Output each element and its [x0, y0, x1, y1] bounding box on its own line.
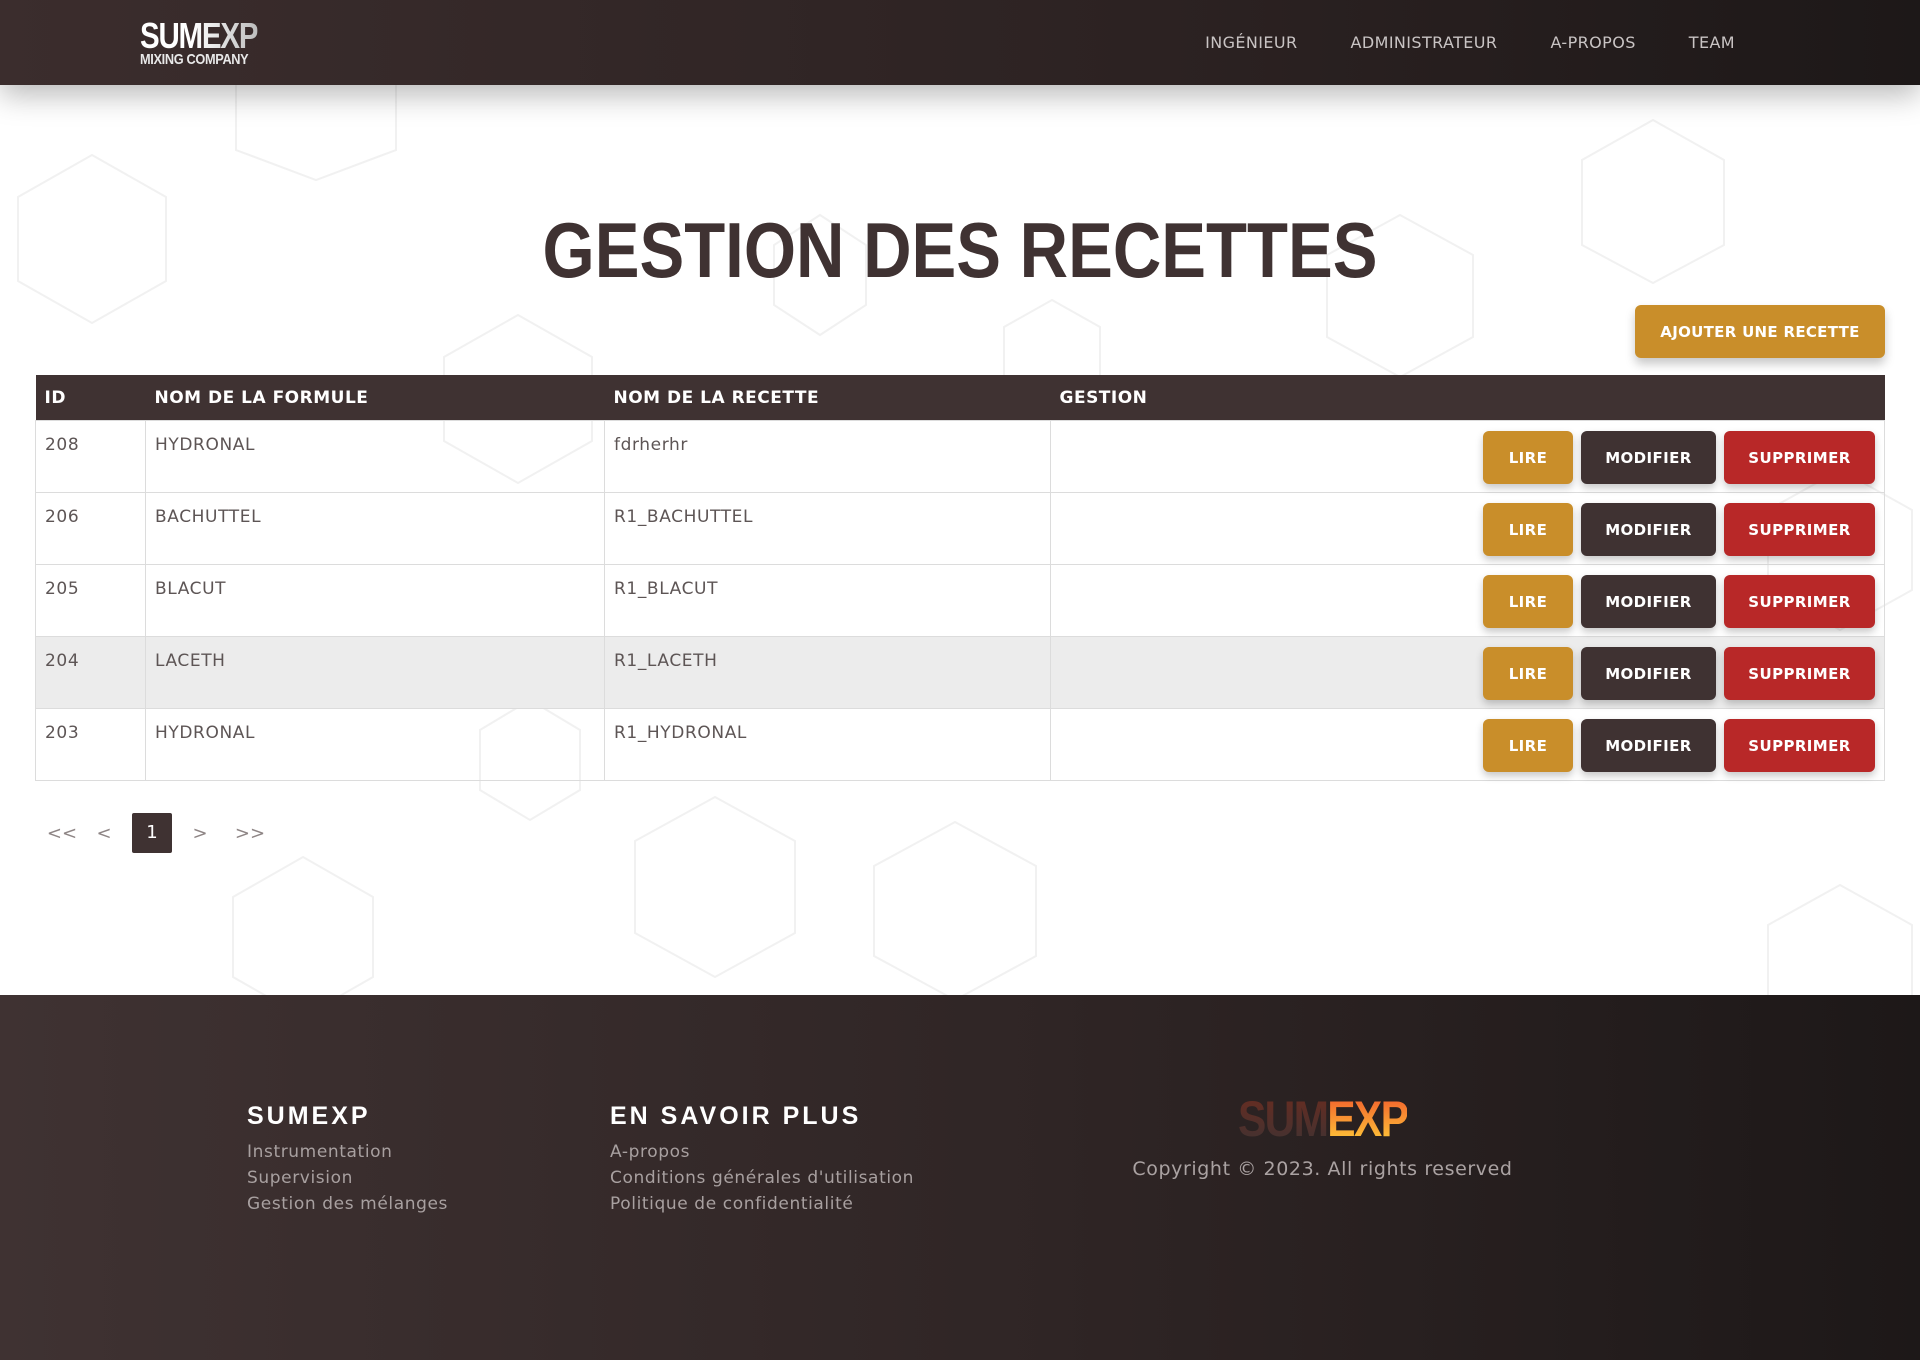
delete-button[interactable]: SUPPRIMER — [1724, 647, 1875, 700]
nav-team[interactable]: TEAM — [1689, 33, 1735, 52]
table-row: 204 LACETH R1_LACETH LIRE MODIFIER SUPPR… — [35, 636, 1885, 709]
footer-col2-title: EN SAVOIR PLUS — [610, 1102, 862, 1130]
table-row: 206 BACHUTTEL R1_BACHUTTEL LIRE MODIFIER… — [35, 492, 1885, 565]
page-title: GESTION DES RECETTES — [542, 206, 1378, 294]
footer-column-sumexp: SUMEXP Instrumentation Supervision Gesti… — [247, 1102, 448, 1217]
footer-logo-part2: EXP — [1327, 1091, 1409, 1147]
delete-button[interactable]: SUPPRIMER — [1724, 719, 1875, 772]
cell-recette: fdrherhr — [604, 420, 1051, 493]
pagination: << < 1 > >> — [40, 813, 272, 853]
table-row: 203 HYDRONAL R1_HYDRONAL LIRE MODIFIER S… — [35, 708, 1885, 781]
nav-administrateur[interactable]: ADMINISTRATEUR — [1351, 33, 1498, 52]
footer-col1-title: SUMEXP — [247, 1102, 371, 1130]
cell-id: 203 — [35, 708, 146, 781]
cell-id: 205 — [35, 564, 146, 637]
main-nav: INGÉNIEUR ADMINISTRATEUR A-PROPOS TEAM — [1205, 0, 1735, 85]
table-row: 205 BLACUT R1_BLACUT LIRE MODIFIER SUPPR… — [35, 564, 1885, 637]
table-header-row: ID NOM DE LA FORMULE NOM DE LA RECETTE G… — [35, 375, 1885, 421]
header-recette: NOM DE LA RECETTE — [604, 375, 1051, 421]
cell-recette: R1_LACETH — [604, 636, 1051, 709]
cell-formule: HYDRONAL — [145, 420, 605, 493]
cell-recette: R1_BLACUT — [604, 564, 1051, 637]
logo-main-text: SUMEXP — [140, 15, 259, 56]
delete-button[interactable]: SUPPRIMER — [1724, 575, 1875, 628]
copyright-text: Copyright © 2023. All rights reserved — [1132, 1158, 1513, 1180]
footer-column-savoir-plus: EN SAVOIR PLUS A-propos Conditions génér… — [610, 1102, 914, 1217]
edit-button[interactable]: MODIFIER — [1580, 503, 1716, 556]
footer: SUMEXP Instrumentation Supervision Gesti… — [0, 995, 1920, 1360]
cell-id: 208 — [35, 420, 146, 493]
footer-link-instrumentation[interactable]: Instrumentation — [247, 1139, 448, 1165]
footer-logo-part1: SUM — [1237, 1091, 1329, 1147]
footer-link-supervision[interactable]: Supervision — [247, 1165, 448, 1191]
cell-formule: BLACUT — [145, 564, 605, 637]
header-formule: NOM DE LA FORMULE — [145, 375, 605, 421]
footer-link-cgu[interactable]: Conditions générales d'utilisation — [610, 1165, 914, 1191]
recipes-table: ID NOM DE LA FORMULE NOM DE LA RECETTE G… — [35, 375, 1885, 781]
cell-formule: LACETH — [145, 636, 605, 709]
edit-button[interactable]: MODIFIER — [1580, 719, 1716, 772]
cell-gestion: LIRE MODIFIER SUPPRIMER — [1050, 708, 1885, 781]
cell-id: 204 — [35, 636, 146, 709]
header-id: ID — [35, 375, 146, 421]
cell-id: 206 — [35, 492, 146, 565]
cell-gestion: LIRE MODIFIER SUPPRIMER — [1050, 492, 1885, 565]
add-recipe-button[interactable]: AJOUTER UNE RECETTE — [1635, 305, 1885, 358]
read-button[interactable]: LIRE — [1482, 647, 1573, 700]
cell-gestion: LIRE MODIFIER SUPPRIMER — [1050, 564, 1885, 637]
delete-button[interactable]: SUPPRIMER — [1724, 503, 1875, 556]
pagination-current-page[interactable]: 1 — [132, 813, 172, 853]
read-button[interactable]: LIRE — [1482, 719, 1573, 772]
footer-link-a-propos[interactable]: A-propos — [610, 1139, 914, 1165]
table-row: 208 HYDRONAL fdrherhr LIRE MODIFIER SUPP… — [35, 420, 1885, 493]
cell-formule: HYDRONAL — [145, 708, 605, 781]
logo-sub-text: MIXING COMPANY — [140, 51, 249, 68]
read-button[interactable]: LIRE — [1482, 431, 1573, 484]
cell-gestion: LIRE MODIFIER SUPPRIMER — [1050, 420, 1885, 493]
pagination-first[interactable]: << — [40, 823, 84, 844]
delete-button[interactable]: SUPPRIMER — [1724, 431, 1875, 484]
pagination-next[interactable]: > — [180, 823, 220, 844]
pagination-last[interactable]: >> — [228, 823, 272, 844]
cell-formule: BACHUTTEL — [145, 492, 605, 565]
edit-button[interactable]: MODIFIER — [1580, 575, 1716, 628]
cell-gestion: LIRE MODIFIER SUPPRIMER — [1050, 636, 1885, 709]
footer-logo[interactable]: SUMEXP — [1237, 1090, 1409, 1148]
edit-button[interactable]: MODIFIER — [1580, 431, 1716, 484]
nav-ingenieur[interactable]: INGÉNIEUR — [1205, 33, 1297, 52]
pagination-prev[interactable]: < — [84, 823, 124, 844]
footer-link-privacy[interactable]: Politique de confidentialité — [610, 1191, 914, 1217]
edit-button[interactable]: MODIFIER — [1580, 647, 1716, 700]
cell-recette: R1_HYDRONAL — [604, 708, 1051, 781]
read-button[interactable]: LIRE — [1482, 503, 1573, 556]
top-navbar: SUMEXP MIXING COMPANY INGÉNIEUR ADMINIST… — [0, 0, 1920, 85]
company-logo[interactable]: SUMEXP MIXING COMPANY — [140, 15, 283, 68]
footer-link-gestion[interactable]: Gestion des mélanges — [247, 1191, 448, 1217]
read-button[interactable]: LIRE — [1482, 575, 1573, 628]
footer-brand: SUMEXP Copyright © 2023. All rights rese… — [1030, 1090, 1615, 1180]
nav-a-propos[interactable]: A-PROPOS — [1550, 33, 1635, 52]
cell-recette: R1_BACHUTTEL — [604, 492, 1051, 565]
header-gestion: GESTION — [1050, 375, 1885, 421]
